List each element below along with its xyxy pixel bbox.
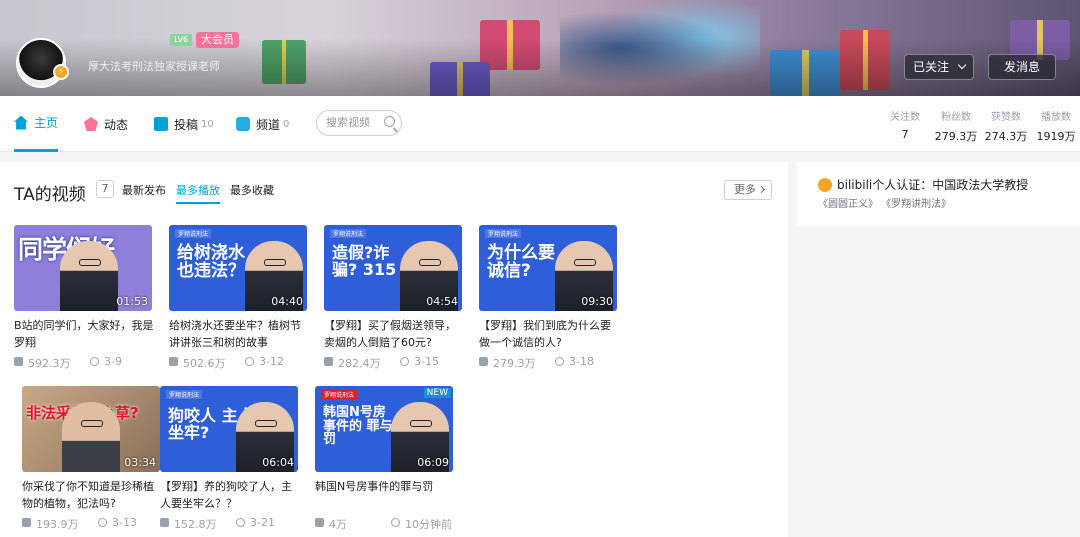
play-count-icon: [22, 518, 31, 527]
video-thumbnail[interactable]: 罗翔说刑法 狗咬人 主人坐牢? 06:04: [160, 386, 298, 472]
clock-icon: [236, 518, 245, 527]
videos-panel: TA的视频 7 最新发布 最多播放 最多收藏 更多 同学们好 01:53 B站的…: [0, 162, 788, 537]
video-card[interactable]: 罗翔说刑法 给树浇水也违法？ 04:40 给树浇水还要坐牢？植树节讲讲张三和树的…: [169, 225, 309, 371]
follow-button[interactable]: 已关注: [904, 54, 974, 80]
video-title[interactable]: B站的同学们，大家好，我是罗翔: [14, 317, 154, 351]
video-title[interactable]: 韩国N号房事件的罪与罚: [315, 478, 455, 512]
video-card[interactable]: 罗翔说刑法 NEW 韩国N号房事件的 罪与罚 06:09 韩国N号房事件的罪与罚…: [315, 386, 455, 532]
duration: 06:04: [262, 456, 294, 469]
level-badge: LV6: [170, 34, 193, 46]
video-card[interactable]: 非法采伐? 小草? 03:34 你采伐了你不知道是珍稀植物的植物，犯法吗? 19…: [22, 386, 162, 532]
section-title: TA的视频: [14, 185, 86, 205]
dynamic-icon: [84, 117, 98, 131]
stat-likes: 获赞数 274.3万: [984, 112, 1028, 143]
video-title[interactable]: 【罗翔】养的狗咬了人，主人要坐牢么？？: [160, 478, 300, 512]
channel-icon: [236, 117, 250, 131]
video-thumbnail[interactable]: 罗翔说刑法 为什么要诚信? 09:30: [479, 225, 617, 311]
chevron-down-icon: [957, 60, 967, 70]
thumbnail-text: 韩国N号房事件的 罪与罚: [323, 405, 393, 448]
tab-dynamic[interactable]: 动态: [84, 96, 128, 152]
certification-text: bilibili个人认证：中国政法大学教授: [837, 178, 1029, 192]
video-card[interactable]: 罗翔说刑法 造假?诈骗? 315 04:54 【罗翔】买了假烟送领导，卖烟的人倒…: [324, 225, 464, 371]
search-icon[interactable]: [384, 116, 395, 127]
play-count-icon: [479, 357, 488, 366]
play-count-icon: [315, 518, 324, 527]
section-count: 7: [96, 180, 114, 198]
sort-most-favorited[interactable]: 最多收藏: [230, 182, 274, 198]
video-title[interactable]: 给树浇水还要坐牢？植树节讲讲张三和树的故事: [169, 317, 309, 351]
home-icon: [14, 115, 28, 130]
video-thumbnail[interactable]: 罗翔说刑法 给树浇水也违法？ 04:40: [169, 225, 307, 311]
stat-fans[interactable]: 粉丝数 279.3万: [934, 108, 978, 144]
profile-nav: 主页 动态 投稿 10 频道 0 搜索视频 关注数 7 粉丝数 279.3万 获赞数 27…: [0, 96, 1080, 152]
sort-newest[interactable]: 最新发布: [122, 182, 166, 198]
tab-posts[interactable]: 投稿 10: [154, 96, 214, 152]
search-input[interactable]: 搜索视频: [316, 110, 402, 136]
clock-icon: [98, 518, 107, 527]
duration: 04:40: [271, 295, 303, 308]
clock-icon: [245, 357, 254, 366]
more-button[interactable]: 更多: [724, 180, 772, 200]
play-count-icon: [324, 357, 333, 366]
video-card[interactable]: 同学们好 01:53 B站的同学们，大家好，我是罗翔 592.3万3-9: [14, 225, 154, 371]
sort-most-played[interactable]: 最多播放: [176, 182, 220, 204]
duration: 04:54: [426, 295, 458, 308]
new-badge: NEW: [423, 388, 451, 398]
play-count-icon: [14, 357, 23, 366]
video-icon: [154, 117, 168, 131]
video-thumbnail[interactable]: 罗翔说刑法 造假?诈骗? 315 04:54: [324, 225, 462, 311]
stat-plays: 播放数 1919万: [1036, 112, 1076, 143]
video-thumbnail[interactable]: 罗翔说刑法 NEW 韩国N号房事件的 罪与罚 06:09: [315, 386, 453, 472]
chevron-right-icon: [757, 185, 766, 194]
play-count-icon: [160, 518, 169, 527]
vip-badge: 大会员: [196, 32, 239, 48]
user-sign: 厚大法考刑法独家授课老师: [88, 60, 220, 73]
video-title[interactable]: 【罗翔】买了假烟送领导，卖烟的人倒赔了60元?: [324, 317, 464, 351]
video-title[interactable]: 【罗翔】我们到底为什么要做一个诚信的人?: [479, 317, 619, 351]
clock-icon: [555, 357, 564, 366]
certification-icon: [818, 178, 832, 192]
thumbnail-text: 为什么要诚信?: [487, 243, 555, 281]
profile-banner: [0, 0, 1080, 96]
certification-tags[interactable]: 《圆圆正义》 《罗翔讲刑法》: [818, 195, 951, 210]
video-card[interactable]: 罗翔说刑法 为什么要诚信? 09:30 【罗翔】我们到底为什么要做一个诚信的人?…: [479, 225, 619, 371]
video-card[interactable]: 罗翔说刑法 狗咬人 主人坐牢? 06:04 【罗翔】养的狗咬了人，主人要坐牢么？…: [160, 386, 300, 532]
avatar[interactable]: [16, 38, 66, 88]
clock-icon: [400, 357, 409, 366]
clock-icon: [391, 518, 400, 527]
video-thumbnail[interactable]: 同学们好 01:53: [14, 225, 152, 311]
tab-home[interactable]: 主页: [14, 96, 59, 152]
video-title[interactable]: 你采伐了你不知道是珍稀植物的植物，犯法吗?: [22, 478, 162, 512]
duration: 03:34: [124, 456, 156, 469]
duration: 01:53: [116, 295, 148, 308]
certification-panel: bilibili个人认证：中国政法大学教授 《圆圆正义》 《罗翔讲刑法》: [797, 162, 1080, 226]
duration: 06:09: [417, 456, 449, 469]
tab-channels[interactable]: 频道 0: [236, 96, 289, 152]
message-button[interactable]: 发消息: [988, 54, 1056, 80]
verified-icon: ⚡: [53, 64, 69, 80]
play-count-icon: [169, 357, 178, 366]
clock-icon: [90, 357, 99, 366]
stat-following[interactable]: 关注数 7: [888, 108, 922, 141]
video-thumbnail[interactable]: 非法采伐? 小草? 03:34: [22, 386, 160, 472]
duration: 09:30: [581, 295, 613, 308]
